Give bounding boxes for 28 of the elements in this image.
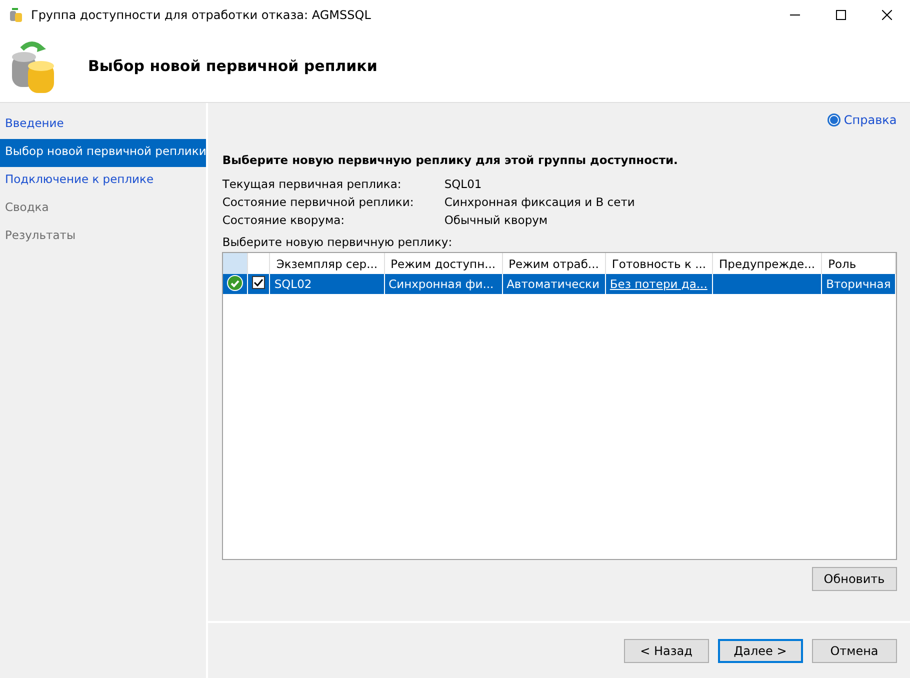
info-label: Состояние первичной реплики: [222, 195, 415, 209]
info-label: Состояние кворума: [222, 213, 346, 227]
table-cell: Синхронная фи... [388, 277, 494, 291]
sidebar-item[interactable]: Введение [0, 111, 206, 139]
sidebar-item[interactable]: Выбор новой первичной реплики [0, 139, 206, 167]
table-cell: SQL02 [274, 277, 312, 291]
info-label: Текущая первичная реплика: [222, 177, 402, 191]
refresh-button[interactable]: Обновить [812, 567, 897, 591]
table-caption: Выберите новую первичную реплику: [222, 235, 454, 249]
help-icon [826, 113, 841, 127]
info-value: Обычный кворум [444, 213, 549, 227]
window-title: Группа доступности для отработки отказа: AGMSSQL [31, 8, 372, 22]
table-cell: Вторичная [826, 277, 891, 291]
nav-button[interactable]: < Назад [624, 638, 709, 662]
header-corner [223, 253, 248, 274]
nav-button[interactable]: Отмена [812, 638, 897, 662]
info-value: Синхронная фиксация и В сети [444, 195, 636, 209]
app-icon [9, 7, 23, 23]
nav-button[interactable]: Далее > [718, 638, 803, 662]
info-value: SQL01 [444, 177, 483, 191]
help-link[interactable]: Справка [826, 109, 897, 131]
table-cell: Автоматически [506, 277, 600, 291]
page-title: Выбор новой первичной реплики [88, 57, 378, 75]
maximize-icon[interactable] [836, 10, 846, 20]
instruction-text: Выберите новую первичную реплику для этой группы доступности. [222, 153, 679, 167]
checkbox[interactable] [252, 276, 266, 289]
close-icon[interactable] [882, 10, 892, 20]
sidebar-item[interactable]: Подключение к реплике [0, 167, 206, 195]
